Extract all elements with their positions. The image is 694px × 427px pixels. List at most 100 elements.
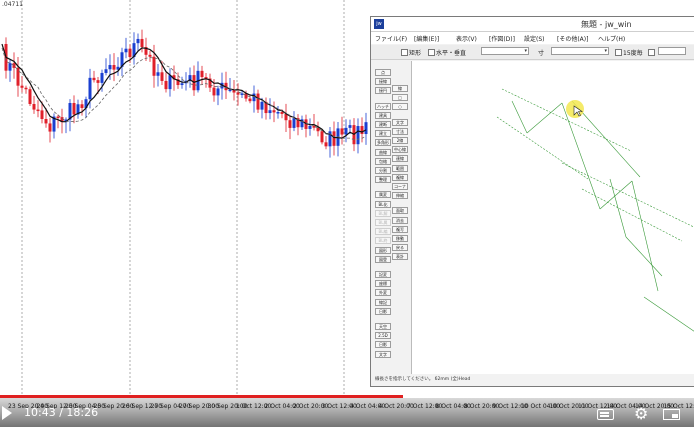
tool-button[interactable]: 整理 bbox=[375, 176, 391, 184]
menu-item[interactable]: [編集(E)] bbox=[414, 34, 439, 43]
tool-button[interactable]: 寸法 bbox=[392, 127, 408, 135]
drawing-canvas[interactable] bbox=[411, 61, 694, 374]
tool-button[interactable]: 分割 bbox=[375, 167, 391, 174]
tool-button[interactable]: BL終 bbox=[375, 237, 391, 245]
tool-button[interactable]: 文字 bbox=[392, 118, 408, 126]
candle-body bbox=[36, 109, 40, 112]
tool-button[interactable]: 属変 bbox=[375, 191, 391, 199]
drawing-line bbox=[643, 296, 694, 332]
candle-body bbox=[164, 80, 168, 90]
tool-button[interactable]: BL解 bbox=[375, 209, 391, 217]
tool-button[interactable]: 移動 bbox=[392, 235, 408, 242]
candle-body bbox=[344, 127, 348, 135]
tool-button[interactable]: 線記 bbox=[375, 298, 391, 306]
tool-button[interactable]: 伸縮 bbox=[392, 192, 408, 200]
candle-body bbox=[212, 87, 216, 96]
tool-button[interactable]: 建具 bbox=[375, 111, 391, 119]
rect-checkbox[interactable] bbox=[401, 49, 408, 56]
option-checkbox[interactable] bbox=[648, 49, 655, 56]
tool-button[interactable]: 曲線 bbox=[375, 148, 391, 156]
tool-button[interactable]: BL化 bbox=[375, 200, 391, 208]
miniplayer-icon[interactable] bbox=[663, 409, 680, 420]
jw-cad-window[interactable]: jw 無題 - jw_win ファイル(F) [編集(E)] 表示(V) [作図(D)… bbox=[370, 16, 694, 387]
candle-body bbox=[80, 104, 84, 108]
tool-button[interactable]: 多角形 bbox=[375, 139, 391, 147]
candle-body bbox=[40, 110, 44, 120]
candle-body bbox=[272, 110, 276, 113]
tool-button[interactable]: 包絡 bbox=[375, 157, 391, 165]
candle-body bbox=[236, 92, 240, 95]
menu-item[interactable]: [その他(A)] bbox=[557, 34, 588, 43]
tool-button[interactable]: 複写 bbox=[392, 225, 408, 233]
tool-button[interactable]: コーナー bbox=[392, 183, 408, 190]
tool-button[interactable]: 外変 bbox=[375, 289, 391, 297]
tool-button[interactable]: 2.5D bbox=[375, 332, 391, 340]
hv-checkbox[interactable] bbox=[428, 49, 435, 56]
candle-body bbox=[260, 101, 264, 110]
candle-body bbox=[92, 77, 96, 81]
app-icon: jw bbox=[374, 19, 384, 29]
tool-button[interactable]: BL編 bbox=[375, 228, 391, 236]
tool-button[interactable]: 表計 bbox=[392, 253, 408, 261]
tool-button[interactable]: 天空 bbox=[375, 323, 391, 330]
gear-icon[interactable]: ⚙ bbox=[634, 406, 648, 422]
window-titlebar[interactable]: jw 無題 - jw_win bbox=[371, 17, 694, 32]
tool-button[interactable]: ハッチ bbox=[375, 102, 391, 110]
tool-button[interactable]: BL属 bbox=[375, 219, 391, 226]
tool-button[interactable]: 座標 bbox=[375, 280, 391, 288]
tool-button[interactable]: 日影 bbox=[375, 341, 391, 349]
candle-body bbox=[124, 48, 128, 53]
tool-button[interactable]: ○ bbox=[392, 103, 408, 111]
candle-body bbox=[276, 112, 280, 114]
tool-button[interactable]: 2線 bbox=[392, 137, 408, 144]
menu-item[interactable]: 表示(V) bbox=[456, 34, 477, 43]
subtitles-icon[interactable] bbox=[597, 409, 614, 420]
candle-body bbox=[216, 88, 220, 96]
candle-body bbox=[140, 38, 144, 48]
tool-button[interactable]: 範囲 bbox=[392, 164, 408, 172]
tool-button[interactable]: 接線 bbox=[375, 78, 391, 86]
construction-line bbox=[501, 88, 632, 152]
tool-palette-right: 線 □○ 文字寸法 2線中心線連線範囲複線コーナー伸縮面取消去複写移動戻る表計 bbox=[392, 63, 409, 363]
candle-body bbox=[16, 67, 20, 86]
tool-button[interactable]: 消去 bbox=[392, 216, 408, 224]
tool-button[interactable]: 連線 bbox=[392, 155, 408, 163]
tool-button[interactable]: 図登 bbox=[375, 255, 391, 263]
15deg-checkbox[interactable] bbox=[615, 49, 622, 56]
menu-item[interactable]: ファイル(F) bbox=[375, 34, 407, 43]
tool-button[interactable]: 記変 bbox=[375, 271, 391, 278]
tool-button[interactable]: 複線 bbox=[392, 173, 408, 181]
tool-button[interactable]: 日影 bbox=[375, 307, 391, 315]
menu-item[interactable]: [作図(D)] bbox=[489, 34, 515, 43]
status-bar: 線長さを指示してください。 62mm (全)Head bbox=[375, 377, 471, 382]
option-select[interactable] bbox=[658, 47, 686, 55]
tool-button[interactable]: 建断 bbox=[375, 121, 391, 128]
progress-played bbox=[0, 395, 404, 398]
candle-body bbox=[112, 65, 116, 70]
candle-body bbox=[128, 48, 132, 58]
tool-button[interactable]: 中心線 bbox=[392, 146, 408, 154]
candle-body bbox=[104, 69, 108, 73]
menu-item[interactable]: 設定(S) bbox=[524, 34, 545, 43]
candle-body bbox=[180, 83, 184, 86]
candle-body bbox=[160, 72, 164, 81]
tool-button[interactable]: 図形 bbox=[375, 246, 391, 254]
tool-button[interactable]: 文字 bbox=[375, 350, 391, 358]
moving-average-line bbox=[1, 43, 367, 139]
tool-button[interactable]: 面取 bbox=[392, 207, 408, 215]
dim-select[interactable]: ▾ bbox=[551, 47, 609, 55]
candle-body bbox=[248, 98, 252, 102]
tool-button[interactable]: 線 bbox=[392, 85, 408, 92]
tool-button[interactable]: 建立 bbox=[375, 130, 391, 138]
play-icon[interactable] bbox=[2, 406, 12, 420]
drawing-line bbox=[625, 236, 663, 277]
candle-body bbox=[268, 110, 272, 114]
tool-button[interactable]: 接円 bbox=[375, 87, 391, 95]
candle-body bbox=[148, 54, 152, 57]
candle-body bbox=[348, 125, 352, 128]
menu-item[interactable]: ヘルプ(H) bbox=[598, 34, 625, 43]
angle-select[interactable]: ▾ bbox=[481, 47, 529, 55]
tool-button[interactable]: □ bbox=[392, 94, 408, 102]
tool-button[interactable]: 戻る bbox=[392, 244, 408, 252]
tool-button[interactable]: 点 bbox=[375, 69, 391, 76]
